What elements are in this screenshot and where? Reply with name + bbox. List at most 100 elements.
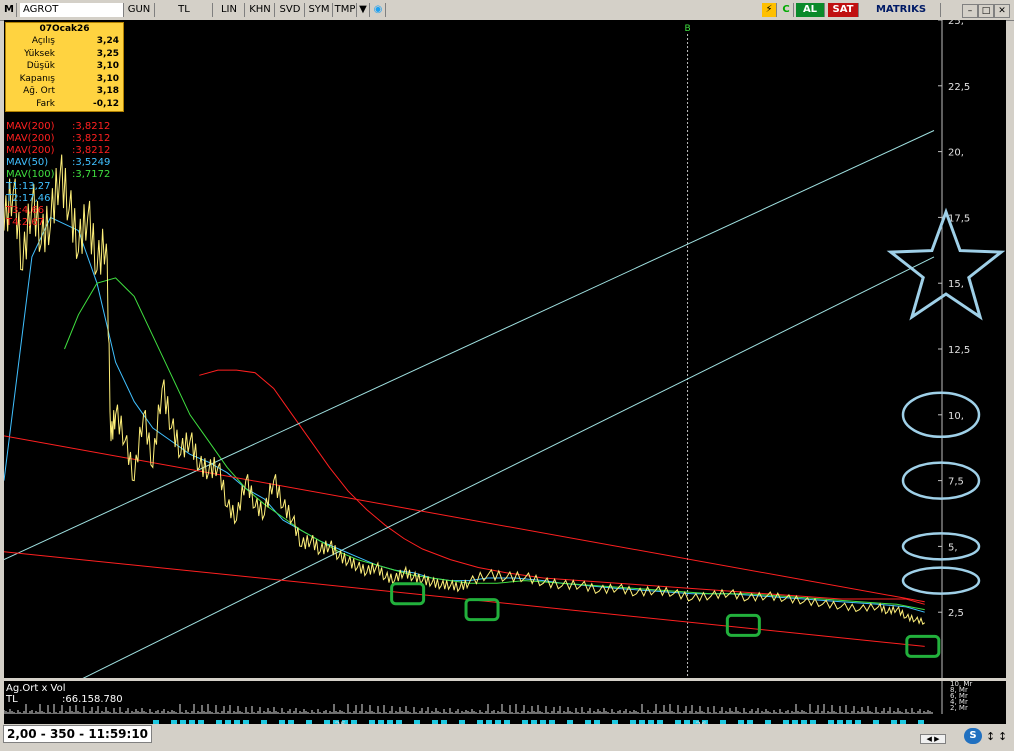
- info-label: Fark: [36, 98, 55, 109]
- y-tick-label: 5,: [948, 542, 958, 553]
- series-line: [64, 277, 925, 611]
- period-button[interactable]: GUN: [124, 3, 155, 17]
- series-line: [3, 130, 935, 561]
- legend-name: MAV(200): [6, 145, 55, 156]
- info-label: Kapanış: [19, 73, 55, 84]
- refresh-icon[interactable]: C: [779, 3, 794, 17]
- legend-name: T2:17,46: [6, 193, 51, 204]
- info-value: 3,18: [96, 86, 119, 96]
- y-tick-label: 25,: [948, 20, 964, 27]
- info-value: 3,24: [96, 36, 119, 46]
- legend-name: T4:2,67: [6, 217, 45, 228]
- legend-item: MAV(200) :3,8212: [6, 133, 110, 145]
- x-axis: 2526: [4, 714, 1006, 731]
- support-marker: [390, 582, 426, 606]
- y-tick-label: 20,: [948, 148, 964, 159]
- legend-item: T4:2,67: [6, 217, 72, 229]
- info-value: 3,10: [96, 73, 119, 84]
- support-marker: [464, 598, 500, 622]
- legend-value: :3,7172: [72, 169, 111, 180]
- y-tick-label: 10,: [948, 411, 964, 422]
- info-label: Açılış: [31, 36, 55, 46]
- status-bar: 2,00 - 350 - 11:59:10 ◀ ▶ S ↕ ↕: [0, 724, 1014, 751]
- y-tick-label: 15,: [948, 279, 964, 290]
- collapse-icon[interactable]: ↕: [998, 730, 1007, 743]
- status-text: 2,00 - 350 - 11:59:10: [3, 725, 153, 743]
- info-row: Fark -0,12: [6, 98, 123, 111]
- series-line: [3, 216, 925, 613]
- buy-button[interactable]: AL: [796, 3, 825, 17]
- volume-y-label: 2, Mr: [950, 704, 968, 712]
- currency-button[interactable]: TL: [156, 3, 213, 17]
- star-annotation: [886, 207, 1006, 321]
- legend-item: MAV(200) :3,8212: [6, 145, 110, 157]
- twitter-icon[interactable]: ◉: [371, 3, 386, 17]
- vertical-marker-label: B: [685, 24, 691, 34]
- expand-icon[interactable]: ↕: [986, 730, 995, 743]
- info-label: Düşük: [26, 61, 55, 71]
- legend-item: T2:17,46: [6, 193, 72, 205]
- chart-canvas[interactable]: 25,22,520,17,515,12,510,7,55,2,5B: [3, 16, 1006, 718]
- brand-logo: MATRIKS: [862, 3, 941, 17]
- legend-item: MAV(200) :3,8212: [6, 121, 110, 133]
- ohlc-info-box: 07Ocak26 Açılış 3,24 Yüksek 3,25 Düşük 3,10 Ka…: [5, 22, 124, 112]
- legend-value: :3,8212: [72, 145, 111, 156]
- maximize-icon[interactable]: □: [978, 4, 994, 18]
- svd-button[interactable]: SVD: [276, 3, 305, 17]
- legend-name: MAV(200): [6, 121, 55, 132]
- legend-name: MAV(50): [6, 157, 49, 168]
- volume-unit: TL: [6, 694, 18, 705]
- info-value: -0,12: [93, 98, 119, 109]
- info-row: Açılış 3,24: [6, 35, 123, 48]
- legend-name: MAV(200): [6, 133, 55, 144]
- info-date: 07Ocak26: [39, 24, 90, 34]
- legend-name: T3:4,66: [6, 205, 45, 216]
- y-tick-label: 12,5: [948, 345, 970, 356]
- lightning-icon[interactable]: ⚡: [762, 3, 777, 17]
- sell-button[interactable]: SAT: [828, 3, 859, 17]
- linear-button[interactable]: LIN: [214, 3, 245, 17]
- legend-name: T1:13,27: [6, 181, 51, 192]
- template-button[interactable]: TMP: [334, 3, 357, 17]
- y-tick-label: 2,5: [948, 608, 964, 619]
- volume-value: :66.158.780: [62, 694, 123, 705]
- symbol-input[interactable]: AGROT: [20, 3, 124, 17]
- legend-value: :3,8212: [72, 133, 111, 144]
- khn-button[interactable]: KHN: [246, 3, 275, 17]
- level-ellipse: [901, 566, 981, 595]
- info-label: Ağ. Ort: [23, 86, 55, 96]
- info-row: Ağ. Ort 3,18: [6, 85, 123, 98]
- toolbar: M AGROT GUN TL LIN KHN SVD SYM TMP ▼ ◉ ⚡…: [0, 0, 1014, 21]
- volume-title: Ag.Ort x Vol: [6, 683, 66, 694]
- app-logo: M: [2, 3, 17, 17]
- price-line: [3, 154, 926, 626]
- info-row: Düşük 3,10: [6, 60, 123, 73]
- zoom-arrows-icon[interactable]: ◀ ▶: [920, 734, 946, 744]
- legend-value: :3,5249: [72, 157, 111, 168]
- minimize-icon[interactable]: –: [962, 4, 978, 18]
- legend-value: :3,8212: [72, 121, 111, 132]
- series-line: [3, 551, 925, 647]
- y-tick-label: 22,5: [948, 82, 970, 93]
- volume-panel: Ag.Ort x Vol TL :66.158.780 10, Mr 8, Mr 6…: [3, 681, 1006, 714]
- series-line: [3, 435, 925, 603]
- info-row: Kapanış 3,10: [6, 73, 123, 86]
- legend-item: T3:4,66: [6, 205, 72, 217]
- volume-canvas: [3, 681, 943, 714]
- legend-item: T1:13,27: [6, 181, 72, 193]
- info-value: 3,25: [96, 48, 119, 59]
- template-dropdown-icon[interactable]: ▼: [357, 3, 370, 17]
- series-line: [3, 256, 935, 718]
- info-value: 3,10: [96, 61, 119, 71]
- info-row: Yüksek 3,25: [6, 48, 123, 61]
- sync-icon[interactable]: S: [964, 728, 982, 744]
- info-label: Yüksek: [24, 48, 55, 59]
- y-tick-label: 7,5: [948, 477, 964, 488]
- support-marker: [725, 613, 761, 637]
- price-chart[interactable]: 25, 22,5 20, 17,5 15, 12,5 10, 7,5 5, 2,5 B: [3, 16, 1006, 718]
- legend-item: MAV(50) :3,5249: [6, 157, 110, 169]
- legend-name: MAV(100): [6, 169, 55, 180]
- close-icon[interactable]: ✕: [994, 4, 1010, 18]
- legend-item: MAV(100) :3,7172: [6, 169, 110, 181]
- sym-button[interactable]: SYM: [306, 3, 333, 17]
